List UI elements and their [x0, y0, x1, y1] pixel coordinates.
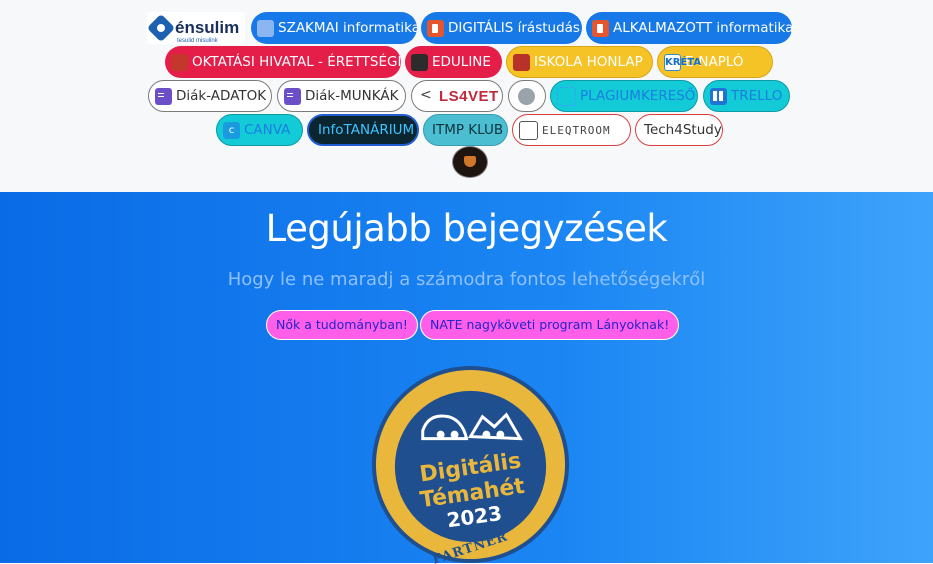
canva-icon: c — [223, 121, 240, 139]
link-label: ISKOLA HONLAP — [534, 54, 643, 70]
link-ls4vet[interactable]: LS4VET — [411, 80, 503, 112]
link-digitalis-irastudas[interactable]: DIGITÁLIS írástudás — [421, 12, 582, 44]
link-label: ELEQTROOM — [542, 123, 611, 137]
link-label: EDULINE — [432, 54, 491, 70]
link-oktatasi-hivatal[interactable]: OKTATÁSI HIVATAL - ÉRETTSÉGI — [165, 46, 401, 78]
post-pill-nate-nagykoveti[interactable]: NATE nagyköveti program Lányoknak! — [420, 310, 680, 340]
link-alkalmazott-informatika[interactable]: ALKALMAZOTT informatika — [586, 12, 792, 44]
link-e-naplo[interactable]: KRÉTA E-NAPLÓ — [657, 46, 773, 78]
forms-icon — [284, 87, 301, 105]
link-itmp-klub[interactable]: ITMP KLUB — [423, 114, 508, 146]
eduline-icon — [411, 53, 428, 71]
link-label: Diák-ADATOK — [176, 88, 267, 104]
link-label: DIGITÁLIS írástudás — [448, 20, 580, 36]
cloud-icon — [518, 87, 535, 105]
link-label: LS4VET — [439, 87, 499, 105]
link-label: Diák-MUNKÁK — [305, 88, 399, 104]
person-icon — [257, 19, 274, 37]
post-pill-nok-tudomanyban[interactable]: Nők a tudományban! — [266, 310, 418, 340]
section-title: Legújabb bejegyzések — [265, 207, 668, 250]
link-trello[interactable]: TRELLO — [703, 80, 790, 112]
link-label: OKTATÁSI HIVATAL - ÉRETTSÉGI — [192, 54, 401, 70]
plagium-icon — [557, 86, 576, 106]
link-label: ALKALMAZOTT informatika — [613, 20, 792, 36]
office-icon — [592, 19, 609, 37]
link-infotanarium[interactable]: InfoTANÁRIUM — [307, 114, 419, 146]
link-label: ITMP KLUB — [432, 122, 504, 138]
ensulim-mark-icon — [149, 16, 173, 40]
link-diak-adatok[interactable]: Diák-ADATOK — [148, 80, 272, 112]
bulb-icon — [519, 120, 538, 140]
trello-icon — [710, 87, 727, 105]
link-label: Tech4Study — [644, 122, 722, 138]
share-icon — [418, 87, 435, 105]
latest-posts-section: Legújabb bejegyzések Hogy le ne maradj a… — [0, 192, 933, 564]
campfire-icon[interactable] — [452, 146, 488, 178]
office-icon — [427, 19, 444, 37]
books-icon — [171, 53, 188, 71]
ensulim-logo[interactable]: énsulim tesulid misulink — [147, 12, 245, 44]
link-plagiumkereso[interactable]: PLAGIUMKERESŐ — [550, 80, 698, 112]
link-diak-munkak[interactable]: Diák-MUNKÁK — [277, 80, 406, 112]
top-link-bar: énsulim tesulid misulink SZAKMAI informa… — [0, 0, 933, 192]
kreta-logo: KRÉTA — [664, 53, 701, 71]
link-label: TRELLO — [731, 88, 783, 104]
forms-icon — [155, 87, 172, 105]
section-subtitle: Hogy le ne maradj a számodra fontos lehe… — [227, 269, 706, 290]
logo-text: énsulim — [175, 18, 240, 37]
link-tech4study[interactable]: Tech4Study — [635, 114, 723, 146]
digitalis-temahet-badge[interactable]: Digitális Témahét 2023 PARTNER — [371, 365, 570, 564]
link-eduline[interactable]: EDULINE — [405, 46, 502, 78]
link-label: SZAKMAI informatika — [278, 20, 417, 36]
logo-tagline: tesulid misulink — [177, 38, 218, 44]
link-label: PLAGIUMKERESŐ — [580, 88, 696, 104]
link-label: CANVA — [244, 122, 291, 138]
link-label: InfoTANÁRIUM — [318, 122, 415, 138]
link-szakmai-informatika[interactable]: SZAKMAI informatika — [251, 12, 417, 44]
school-icon — [513, 53, 530, 71]
link-cloud[interactable] — [508, 80, 546, 112]
link-eleqtroom[interactable]: ELEQTROOM — [512, 114, 631, 146]
link-iskola-honlap[interactable]: ISKOLA HONLAP — [506, 46, 653, 78]
link-canva[interactable]: c CANVA — [216, 114, 303, 146]
